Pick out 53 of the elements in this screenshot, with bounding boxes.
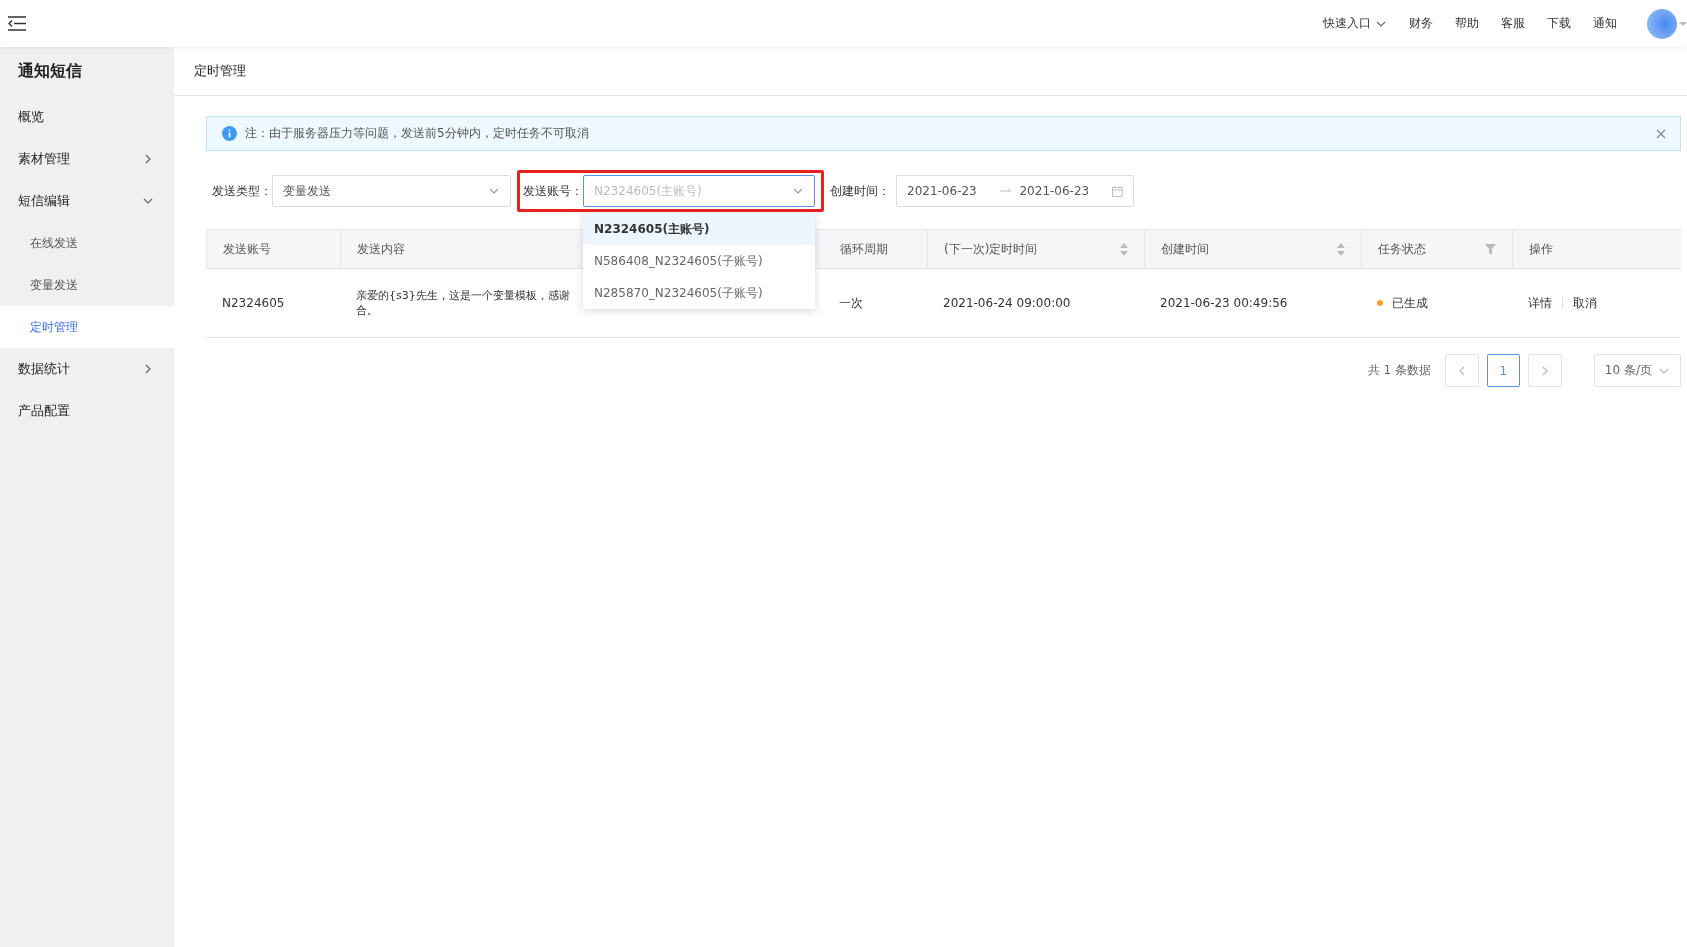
action-link[interactable]: 取消 [1573, 294, 1597, 312]
column-header[interactable]: (下一次)定时时间 [927, 229, 1144, 269]
avatar[interactable] [1647, 8, 1677, 39]
column-header: 发送账号 [206, 229, 340, 269]
header-link[interactable]: 下载 [1547, 15, 1571, 32]
select-field[interactable]: 变量发送 [272, 175, 511, 207]
arrow-right-icon [999, 188, 1012, 194]
sidebar-item[interactable]: 数据统计 [0, 348, 174, 390]
sidebar-item[interactable]: 概览 [0, 96, 174, 138]
date-range-field[interactable]: 2021-06-23 2021-06-23 [896, 175, 1134, 207]
sidebar-item[interactable]: 素材管理 [0, 138, 174, 180]
header-link[interactable]: 帮助 [1455, 15, 1479, 32]
menu-fold-icon[interactable] [8, 16, 26, 31]
sidebar-item[interactable]: 产品配置 [0, 390, 174, 432]
table-cell: 一次 [839, 294, 863, 312]
close-icon[interactable] [1656, 128, 1666, 139]
sort-icon[interactable] [1120, 242, 1128, 256]
calendar-icon [1112, 185, 1123, 197]
sidebar-subitem[interactable]: 在线发送 [0, 222, 174, 264]
header-link[interactable]: 财务 [1409, 15, 1433, 32]
dropdown-option[interactable]: N586408_N2324605(子账号) [583, 245, 815, 277]
filter-label: 发送账号： [523, 182, 583, 200]
sidebar-title: 通知短信 [17, 60, 83, 82]
header-link[interactable]: 通知 [1593, 15, 1617, 32]
alert-text: 注：由于服务器压力等问题，发送前5分钟内，定时任务不可取消 [245, 125, 589, 142]
status-text: 已生成 [1392, 294, 1428, 312]
dropdown-option[interactable]: N2324605(主账号) [583, 213, 815, 245]
table-cell: 2021-06-23 00:49:56 [1160, 296, 1288, 310]
sort-icon[interactable] [1337, 242, 1345, 256]
caret-icon[interactable] [1679, 19, 1687, 28]
total-count: 共 1 条数据 [1367, 362, 1431, 379]
column-header: 操作 [1512, 229, 1681, 269]
quick-entry-menu[interactable]: 快速入口 [1323, 15, 1387, 32]
header-link[interactable]: 客服 [1501, 15, 1525, 32]
filter-label: 发送类型： [212, 182, 272, 200]
sidebar-subitem[interactable]: 定时管理 [0, 306, 174, 348]
table-cell: N2324605 [222, 296, 285, 310]
page-title: 定时管理 [174, 47, 1687, 96]
page-size-select[interactable]: 10 条/页 [1593, 354, 1681, 387]
dropdown-option[interactable]: N285870_N2324605(子账号) [583, 277, 815, 309]
sidebar-subitem[interactable]: 变量发送 [0, 264, 174, 306]
prev-page-button[interactable] [1444, 354, 1479, 387]
column-header[interactable]: 任务状态 [1361, 229, 1512, 269]
sidebar-item[interactable]: 短信编辑 [0, 180, 174, 222]
filter-label: 创建时间： [830, 182, 890, 200]
action-link[interactable]: 详情 [1528, 294, 1552, 312]
next-page-button[interactable] [1527, 354, 1562, 387]
column-header[interactable]: 创建时间 [1144, 229, 1361, 269]
filter-icon[interactable] [1485, 243, 1496, 255]
table-cell: 亲爱的{s3}先生，这是一个变量模板，感谢 [356, 288, 570, 303]
table-cell-text: 合。 [356, 303, 379, 318]
info-icon [222, 126, 237, 141]
table-cell: 2021-06-24 09:00:00 [943, 296, 1071, 310]
